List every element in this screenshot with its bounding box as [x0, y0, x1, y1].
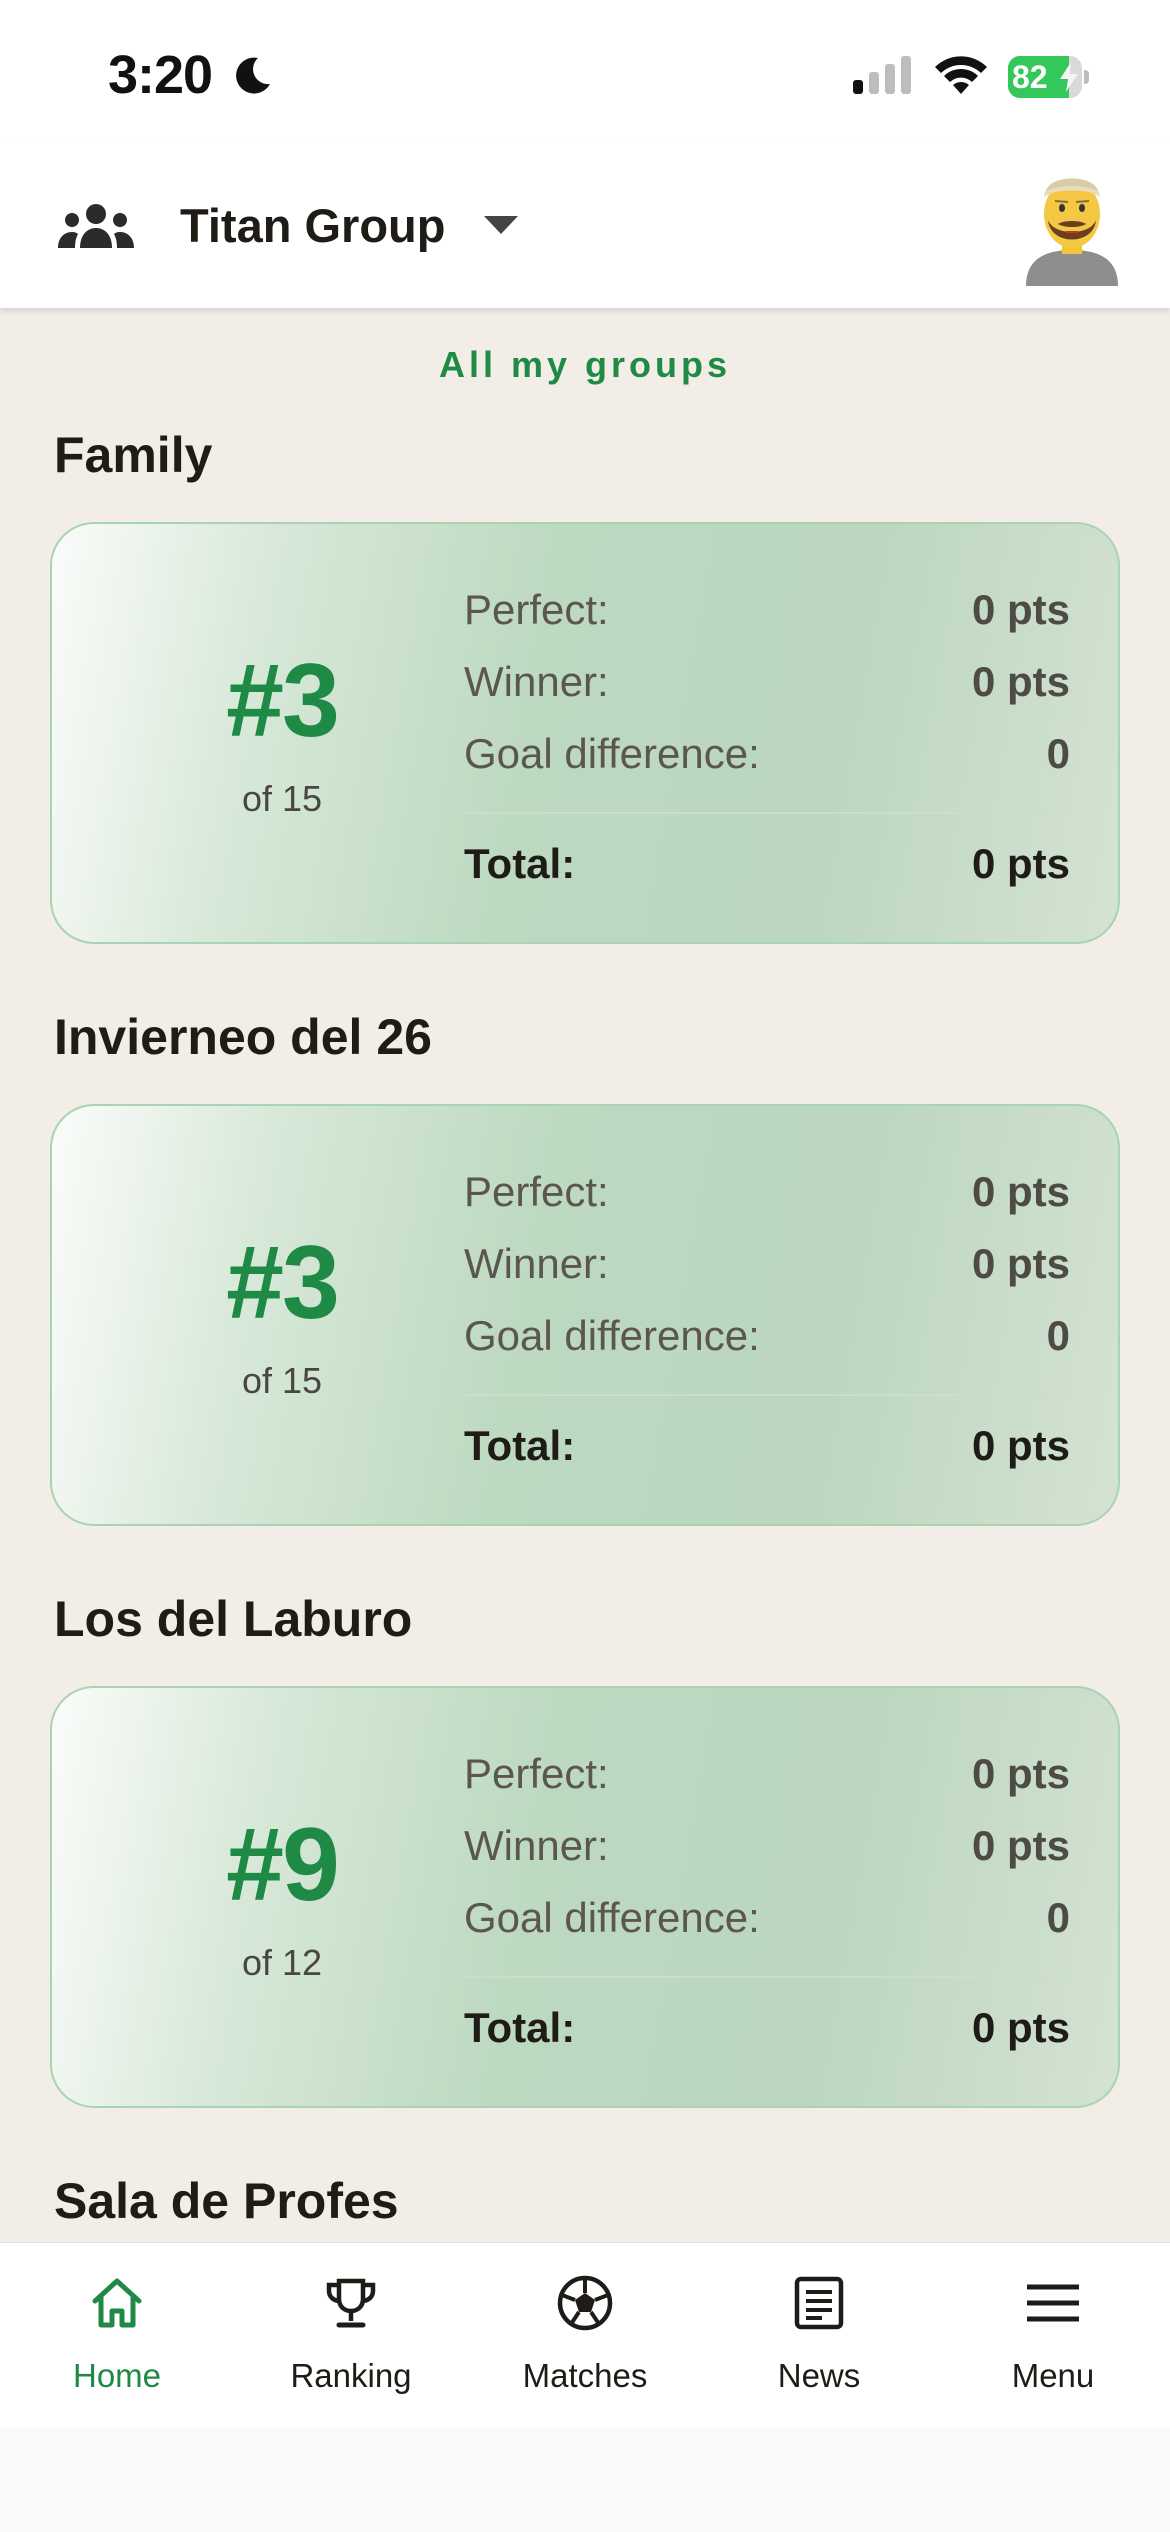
- total-value: 0 pts: [971, 840, 1070, 887]
- rank-total: of 12: [241, 1942, 323, 1983]
- charging-bolt-icon: [1060, 62, 1078, 92]
- nav-label: Menu: [1011, 2357, 1095, 2394]
- rank-position: #9: [226, 1807, 340, 1923]
- group-score-card[interactable]: #3 of 15 Perfect: 0 pts Winner: 0 pts Go…: [50, 522, 1120, 944]
- rank-position: #3: [226, 643, 340, 759]
- all-my-groups-link[interactable]: All my groups: [0, 344, 1170, 386]
- nav-item-matches[interactable]: Matches: [468, 2243, 702, 2429]
- winner-value: 0 pts: [971, 658, 1070, 705]
- status-bar: 3:20 82: [0, 0, 1170, 140]
- group-title: Los del Laburo: [54, 1591, 413, 1647]
- cellular-signal-icon: [853, 56, 911, 94]
- group-title: Invierneo del 26: [54, 1009, 432, 1065]
- total-label: Total:: [464, 840, 576, 887]
- goal-difference-label: Goal difference:: [464, 730, 760, 777]
- rank-total: of 15: [241, 778, 323, 819]
- trophy-icon: [326, 2278, 376, 2328]
- group-icon: [58, 204, 134, 248]
- nav-label: Matches: [522, 2357, 648, 2394]
- goal-difference-value: 0: [1046, 1312, 1070, 1359]
- nav-item-home[interactable]: Home: [0, 2243, 234, 2429]
- battery-level: 82: [1012, 59, 1048, 95]
- winner-value: 0 pts: [971, 1240, 1070, 1287]
- perfect-value: 0 pts: [971, 586, 1070, 633]
- home-indicator-area: [0, 2428, 1170, 2532]
- app-header: Titan Group: [0, 140, 1170, 308]
- winner-label: Winner:: [464, 658, 609, 705]
- total-label: Total:: [464, 2004, 576, 2051]
- nav-label: News: [777, 2357, 861, 2394]
- menu-icon: [1027, 2284, 1079, 2322]
- perfect-value: 0 pts: [971, 1168, 1070, 1215]
- total-value: 0 pts: [971, 2004, 1070, 2051]
- news-icon: [794, 2276, 844, 2330]
- nav-item-ranking[interactable]: Ranking: [234, 2243, 468, 2429]
- nav-item-news[interactable]: News: [702, 2243, 936, 2429]
- group-title: Sala de Profes: [54, 2173, 399, 2229]
- group-score-card[interactable]: #3 of 15 Perfect: 0 pts Winner: 0 pts Go…: [50, 1104, 1120, 1526]
- nav-item-menu[interactable]: Menu: [936, 2243, 1170, 2429]
- perfect-label: Perfect:: [464, 586, 609, 633]
- group-score-card[interactable]: #9 of 12 Perfect: 0 pts Winner: 0 pts Go…: [50, 1686, 1120, 2108]
- groups-list: All my groups Family #3 of 15 Perfect: 0…: [0, 308, 1170, 2242]
- goal-difference-label: Goal difference:: [464, 1312, 760, 1359]
- divider: [464, 812, 1070, 814]
- soccer-ball-icon: [557, 2275, 613, 2331]
- goal-difference-value: 0: [1046, 730, 1070, 777]
- goal-difference-value: 0: [1046, 1894, 1070, 1941]
- total-label: Total:: [464, 1422, 576, 1469]
- winner-label: Winner:: [464, 1240, 609, 1287]
- perfect-label: Perfect:: [464, 1750, 609, 1797]
- avatar[interactable]: [1024, 162, 1120, 286]
- group-selector-title[interactable]: Titan Group: [180, 198, 445, 253]
- total-value: 0 pts: [971, 1422, 1070, 1469]
- nav-label: Home: [72, 2357, 162, 2394]
- rank-total: of 15: [241, 1360, 323, 1401]
- goal-difference-label: Goal difference:: [464, 1894, 760, 1941]
- divider: [464, 1976, 1070, 1978]
- home-icon: [92, 2278, 142, 2328]
- perfect-value: 0 pts: [971, 1750, 1070, 1797]
- winner-label: Winner:: [464, 1822, 609, 1869]
- status-time: 3:20: [108, 45, 213, 105]
- moon-icon: [236, 57, 270, 94]
- group-title: Family: [54, 427, 213, 483]
- perfect-label: Perfect:: [464, 1168, 609, 1215]
- winner-value: 0 pts: [971, 1822, 1070, 1869]
- nav-label: Ranking: [290, 2357, 412, 2394]
- wifi-icon: [935, 56, 987, 94]
- caret-down-icon[interactable]: [484, 216, 518, 236]
- divider: [464, 1394, 1070, 1396]
- bottom-navigation: Home Ranking Matches News Menu: [0, 2242, 1170, 2428]
- rank-position: #3: [226, 1225, 340, 1341]
- battery-indicator: 82: [1008, 56, 1089, 98]
- app-screen: 3:20 82 Titan Group All my groups Family…: [0, 0, 1170, 2532]
